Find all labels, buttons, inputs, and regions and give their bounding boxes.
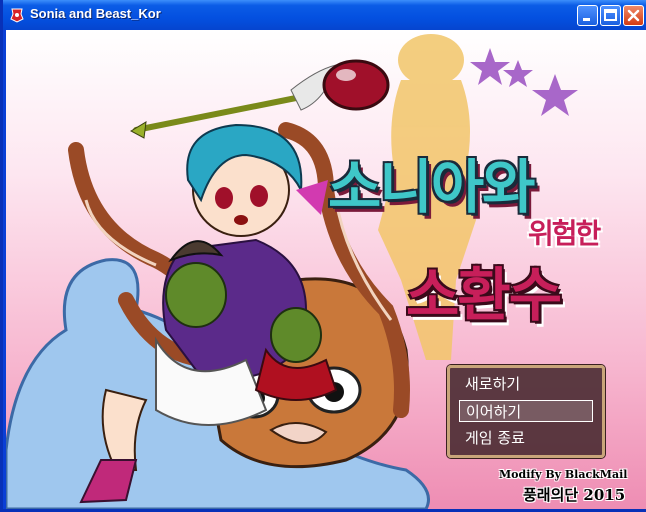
logo-title-line3: 소환수: [406, 261, 562, 329]
close-button[interactable]: [623, 5, 644, 26]
star-decorations: [470, 48, 578, 116]
window-title: Sonia and Beast_Kor: [30, 6, 161, 21]
maximize-icon: [604, 9, 617, 21]
game-canvas[interactable]: 소니아와 위험한 소환수 새로하기 이어하기 게임 종료 Modify By B…: [6, 30, 646, 509]
minimize-button[interactable]: [577, 5, 598, 26]
close-icon: [627, 9, 640, 22]
game-window: Sonia and Beast_Kor 소니아와 위험한 소환수 새로하기 이어…: [0, 0, 646, 512]
logo-title-line2: 위험한: [528, 217, 601, 250]
title-menu: 새로하기 이어하기 게임 종료: [447, 365, 605, 458]
menu-item-continue[interactable]: 이어하기: [459, 400, 593, 422]
menu-item-exit-game[interactable]: 게임 종료: [459, 427, 593, 449]
credit-modify: Modify By BlackMail: [499, 468, 628, 481]
game-app-icon[interactable]: [9, 7, 25, 23]
menu-item-new-game[interactable]: 새로하기: [459, 373, 593, 395]
maximize-button[interactable]: [600, 5, 621, 26]
credit-group: 풍래의단 2015: [523, 486, 626, 504]
title-bar[interactable]: Sonia and Beast_Kor: [3, 0, 646, 30]
minimize-icon: [583, 18, 590, 21]
logo-title-line1: 소니아와: [328, 153, 535, 221]
